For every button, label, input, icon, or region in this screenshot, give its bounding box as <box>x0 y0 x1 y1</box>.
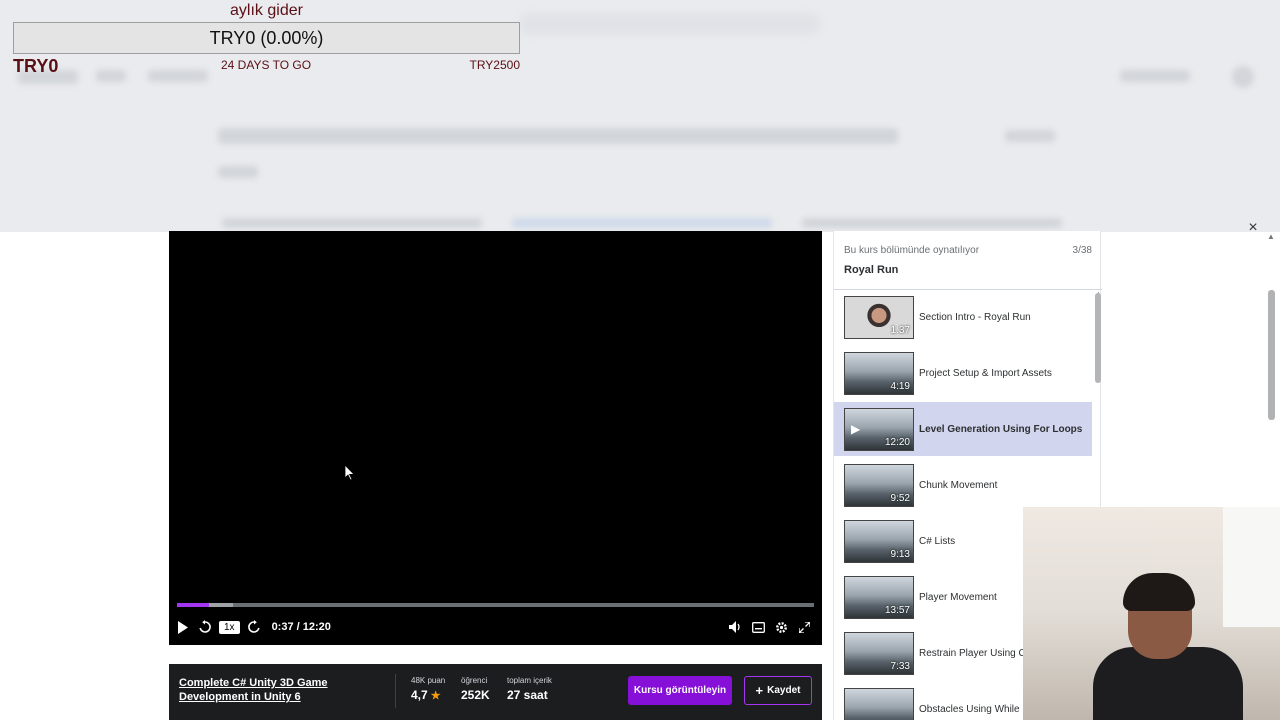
view-course-button[interactable]: Kursu görüntüleyin <box>628 676 732 705</box>
sidebar-scrollbar[interactable] <box>1095 293 1101 383</box>
mouse-cursor-icon <box>344 464 355 486</box>
video-progress-fill <box>177 603 209 607</box>
background-card <box>222 218 482 228</box>
goal-current-amount: TRY0 <box>13 56 59 76</box>
goal-days-left: 24 DAYS TO GO <box>221 58 312 72</box>
video-progress-bar[interactable] <box>177 603 814 607</box>
background-card <box>512 218 772 228</box>
goal-title: aylık gider <box>230 2 303 19</box>
background-card <box>802 218 1062 228</box>
lesson-duration: 7:33 <box>890 660 910 672</box>
lesson-title: Section Intro - Royal Run <box>919 311 1031 323</box>
lesson-thumbnail: 7:33 <box>844 631 914 675</box>
background-nav-item <box>148 70 208 82</box>
lesson-thumbnail <box>844 687 914 720</box>
students-stat: öğrenci 252K <box>461 676 490 702</box>
playback-speed-button[interactable]: 1x <box>219 620 240 634</box>
goal-progress-bar: TRY0 (0.00%) <box>13 22 520 54</box>
video-time: 0:37 / 12:20 <box>271 621 331 633</box>
lesson-item[interactable]: 9:52 Chunk Movement <box>834 458 1092 512</box>
video-player[interactable]: 1x 0:37 / 12:20 <box>169 231 822 645</box>
background-address-bar <box>520 14 820 34</box>
lesson-item[interactable]: 4:19 Project Setup & Import Assets <box>834 346 1092 400</box>
lesson-title: Project Setup & Import Assets <box>919 367 1052 379</box>
background-nav-item <box>1120 70 1190 82</box>
playback-speed: 1x <box>219 620 240 634</box>
lesson-item[interactable]: 1:37 Section Intro - Royal Run <box>834 290 1092 344</box>
save-course-button[interactable]: + Kaydet <box>744 676 812 705</box>
fullscreen-icon[interactable] <box>794 617 814 637</box>
lesson-title: Level Generation Using For Loops <box>919 423 1083 435</box>
students-label: öğrenci <box>461 676 488 685</box>
lesson-duration: 4:19 <box>890 380 910 392</box>
lesson-item-current[interactable]: ▶ 12:20 Level Generation Using For Loops <box>834 402 1092 456</box>
lesson-title: Chunk Movement <box>919 479 998 491</box>
webcam-window-light <box>1223 507 1280 627</box>
webcam-person-hair <box>1123 573 1195 611</box>
section-name: Royal Run <box>844 264 899 276</box>
lesson-title: Obstacles Using While Lo <box>919 703 1034 715</box>
play-icon[interactable] <box>173 617 193 637</box>
lesson-thumbnail: ▶ 12:20 <box>844 407 914 451</box>
content-label: toplam içerik <box>507 676 552 685</box>
forward-icon[interactable] <box>244 617 264 637</box>
sidebar-header: Bu kurs bölümünde oynatılıyor 3/38 Royal… <box>844 245 1092 276</box>
students-value: 252K <box>461 688 490 702</box>
lesson-thumbnail: 13:57 <box>844 575 914 619</box>
lesson-duration: 9:52 <box>890 492 910 504</box>
lesson-thumbnail: 9:52 <box>844 463 914 507</box>
background-subheading <box>218 166 258 178</box>
goal-progress-text: TRY0 (0.00%) <box>209 27 324 48</box>
content-value: 27 saat <box>507 688 548 702</box>
content-stat: toplam içerik 27 saat <box>507 676 552 702</box>
lesson-thumbnail: 1:37 <box>844 295 914 339</box>
save-button-label: Kaydet <box>767 685 801 696</box>
rewind-icon[interactable] <box>195 617 215 637</box>
course-info-bar: Complete C# Unity 3D Game Development in… <box>169 664 822 720</box>
page-scrollbar[interactable] <box>1268 290 1275 420</box>
webcam-overlay <box>1023 507 1280 720</box>
divider <box>395 674 396 708</box>
background-heading <box>218 128 898 144</box>
scroll-up-icon[interactable]: ▲ <box>1267 232 1275 241</box>
lesson-duration: 1:37 <box>890 324 910 336</box>
captions-icon[interactable] <box>748 617 768 637</box>
course-title-link[interactable]: Complete C# Unity 3D Game Development in… <box>179 676 359 704</box>
play-icon: ▶ <box>851 421 861 436</box>
settings-icon[interactable] <box>771 617 791 637</box>
lesson-duration: 12:20 <box>884 436 910 448</box>
video-controls: 1x 0:37 / 12:20 <box>169 613 822 641</box>
lesson-title: C# Lists <box>919 535 956 547</box>
star-icon: ★ <box>430 689 441 702</box>
plus-icon: + <box>755 683 764 698</box>
rating-stat: 48K puan 4,7 ★ <box>411 676 445 702</box>
background-nav-item <box>96 70 126 82</box>
lesson-title: Player Movement <box>919 591 997 603</box>
background-link <box>1005 130 1055 142</box>
rating-value: 4,7 <box>411 688 428 702</box>
close-icon[interactable]: × <box>1241 216 1265 240</box>
lesson-duration: 13:57 <box>884 604 910 616</box>
volume-icon[interactable] <box>725 617 745 637</box>
lesson-position: 3/38 <box>1072 245 1092 256</box>
lesson-thumbnail: 4:19 <box>844 351 914 395</box>
background-avatar <box>1232 66 1254 88</box>
goal-target-amount: TRY2500 <box>469 58 520 72</box>
rating-label: 48K puan <box>411 676 446 685</box>
lesson-thumbnail: 9:13 <box>844 519 914 563</box>
section-label: Bu kurs bölümünde oynatılıyor <box>844 245 980 256</box>
lesson-duration: 9:13 <box>890 548 910 560</box>
